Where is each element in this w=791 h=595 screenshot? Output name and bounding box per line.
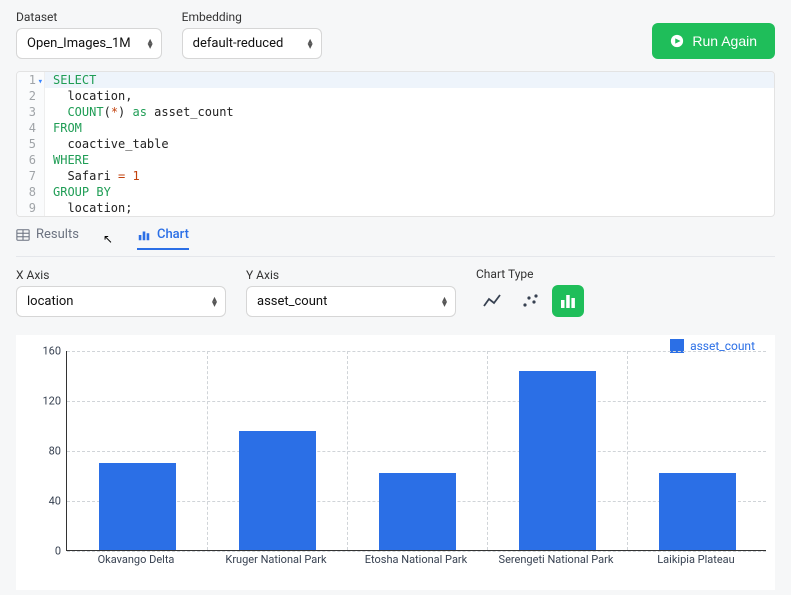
charttype-buttons — [476, 285, 584, 317]
yaxis-select[interactable]: asset_count ▴▾ — [246, 286, 456, 317]
charttype-bar-button[interactable] — [552, 285, 584, 317]
xtick-label: Laikipia Plateau — [657, 553, 734, 566]
code-content: SELECT — [45, 72, 96, 88]
chart-xlabels: Okavango Delta Kruger National Park Etosha… — [66, 553, 766, 573]
gridline-v — [487, 351, 488, 550]
gridline-h — [67, 401, 766, 402]
bar[interactable] — [379, 473, 456, 551]
code-line[interactable]: 2 location, — [17, 88, 774, 104]
gutter: 3 — [17, 104, 45, 120]
chart-area: asset_count 04080120160 Okavango DeltaKr… — [16, 335, 775, 590]
charttype-field: Chart Type — [476, 267, 584, 317]
gridline-h — [67, 551, 766, 552]
code-line[interactable]: 9 location; — [17, 200, 774, 216]
dataset-field: Dataset Open_Images_1M ▴▾ — [16, 10, 162, 59]
chevron-updown-icon: ▴▾ — [212, 297, 217, 307]
embedding-field: Embedding default-reduced ▴▾ — [182, 10, 322, 59]
embedding-value: default-reduced — [193, 36, 284, 51]
yaxis-field: Y Axis asset_count ▴▾ — [246, 268, 456, 317]
code-content: WHERE — [45, 152, 89, 168]
bar-chart-icon — [137, 228, 151, 242]
divider — [16, 256, 775, 257]
gridline-v — [207, 351, 208, 550]
chart-controls: X Axis location ▴▾ Y Axis asset_count ▴▾… — [0, 267, 791, 327]
scatter-chart-icon — [520, 291, 540, 311]
ytick-label: 80 — [31, 445, 61, 458]
code-line[interactable]: 4FROM — [17, 120, 774, 136]
xaxis-field: X Axis location ▴▾ — [16, 268, 226, 317]
gridline-v — [347, 351, 348, 550]
ytick-label: 160 — [31, 345, 61, 358]
code-content: location, — [45, 88, 132, 104]
gutter: 2 — [17, 88, 45, 104]
charttype-line-button[interactable] — [476, 285, 508, 317]
code-content: GROUP BY — [45, 184, 111, 200]
bar[interactable] — [519, 371, 596, 550]
run-label: Run Again — [692, 33, 757, 49]
xaxis-select[interactable]: location ▴▾ — [16, 286, 226, 317]
yaxis-label: Y Axis — [246, 268, 456, 282]
xtick-label: Kruger National Park — [225, 553, 326, 566]
code-content: Safari = 1 — [45, 168, 140, 184]
chevron-updown-icon: ▴▾ — [308, 39, 313, 49]
charttype-scatter-button[interactable] — [514, 285, 546, 317]
gutter: 1▾ — [17, 72, 45, 88]
tab-results[interactable]: Results — [16, 227, 79, 250]
xaxis-label: X Axis — [16, 268, 226, 282]
tab-results-label: Results — [36, 227, 79, 242]
code-line[interactable]: 8GROUP BY — [17, 184, 774, 200]
gridline-h — [67, 351, 766, 352]
gutter: 4 — [17, 120, 45, 136]
chart-plot: 04080120160 — [66, 351, 766, 551]
gutter: 6 — [17, 152, 45, 168]
code-content: FROM — [45, 120, 82, 136]
code-line[interactable]: 3 COUNT(*) as asset_count — [17, 104, 774, 120]
code-line[interactable]: 5 coactive_table — [17, 136, 774, 152]
line-chart-icon — [482, 291, 502, 311]
charttype-label: Chart Type — [476, 267, 584, 281]
xtick-label: Serengeti National Park — [499, 553, 614, 566]
xaxis-value: location — [27, 294, 73, 309]
code-content: location; — [45, 200, 132, 216]
cursor-icon: ↖ — [103, 232, 113, 246]
gutter: 5 — [17, 136, 45, 152]
xtick-label: Okavango Delta — [98, 553, 175, 566]
bar[interactable] — [659, 473, 736, 551]
ytick-label: 40 — [31, 495, 61, 508]
tabs-row: Results ↖ Chart — [0, 217, 791, 256]
dataset-label: Dataset — [16, 10, 162, 24]
bar[interactable] — [99, 463, 176, 551]
embedding-select[interactable]: default-reduced ▴▾ — [182, 28, 322, 59]
gutter: 7 — [17, 168, 45, 184]
code-line[interactable]: 6WHERE — [17, 152, 774, 168]
dataset-select[interactable]: Open_Images_1M ▴▾ — [16, 28, 162, 59]
gridline-h — [67, 451, 766, 452]
table-icon — [16, 228, 30, 242]
chevron-updown-icon: ▴▾ — [442, 297, 447, 307]
gutter: 8 — [17, 184, 45, 200]
gridline-v — [627, 351, 628, 550]
run-again-button[interactable]: Run Again — [652, 23, 775, 59]
code-line[interactable]: 7 Safari = 1 — [17, 168, 774, 184]
bar-chart-icon — [558, 291, 578, 311]
sql-editor[interactable]: 1▾SELECT2 location,3 COUNT(*) as asset_c… — [16, 71, 775, 217]
tab-chart-label: Chart — [157, 227, 189, 242]
code-content: coactive_table — [45, 136, 169, 152]
gutter: 9 — [17, 200, 45, 216]
embedding-label: Embedding — [182, 10, 322, 24]
tab-chart[interactable]: Chart — [137, 227, 189, 250]
yaxis-value: asset_count — [257, 294, 327, 309]
ytick-label: 120 — [31, 395, 61, 408]
ytick-label: 0 — [31, 545, 61, 558]
play-icon — [670, 34, 684, 48]
code-content: COUNT(*) as asset_count — [45, 104, 234, 120]
header-row: Dataset Open_Images_1M ▴▾ Embedding defa… — [0, 0, 791, 67]
chevron-updown-icon: ▴▾ — [148, 39, 153, 49]
dataset-value: Open_Images_1M — [27, 36, 131, 51]
code-line[interactable]: 1▾SELECT — [17, 72, 774, 88]
xtick-label: Etosha National Park — [365, 553, 467, 566]
bar[interactable] — [239, 431, 316, 550]
